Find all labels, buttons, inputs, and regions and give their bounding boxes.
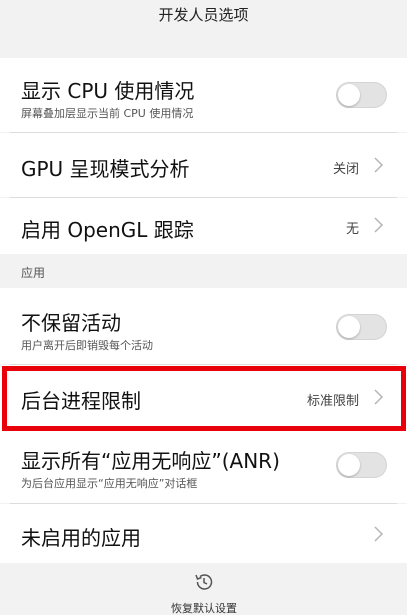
toggle-knob (338, 454, 360, 476)
setting-show-cpu-usage[interactable]: 显示 CPU 使用情况 屏幕叠加层显示当前 CPU 使用情况 (0, 58, 407, 132)
section-label: 应用 (21, 266, 46, 280)
setting-title: 显示所有“应用无响应”(ANR) (21, 449, 280, 473)
setting-title: 启用 OpenGL 跟踪 (21, 218, 194, 242)
setting-subtitle: 为后台应用显示“应用无响应”对话框 (21, 477, 198, 490)
setting-title: 显示 CPU 使用情况 (21, 79, 195, 103)
setting-value: 标准限制 (306, 394, 359, 409)
setting-dont-keep-activities[interactable]: 不保留活动 用户离开后即销毁每个活动 (0, 288, 407, 364)
page-title-text: 开发人员选项 (158, 6, 249, 24)
restore-defaults-button[interactable]: 恢复默认设置 (154, 569, 254, 615)
setting-subtitle: 用户离开后即销毁每个活动 (21, 339, 153, 352)
setting-gpu-profiling[interactable]: GPU 呈现模式分析 关闭 (0, 133, 407, 197)
chevron-right-icon (374, 217, 384, 233)
page-title: 开发人员选项 (0, 0, 407, 30)
show-cpu-toggle[interactable] (336, 82, 387, 108)
setting-title: 后台进程限制 (21, 389, 141, 413)
setting-show-all-anr[interactable]: 显示所有“应用无响应”(ANR) 为后台应用显示“应用无响应”对话框 (0, 431, 407, 503)
setting-title: 未启用的应用 (21, 526, 141, 550)
toggle-knob (338, 84, 360, 106)
chevron-right-icon (374, 389, 384, 405)
setting-inactive-apps[interactable]: 未启用的应用 (0, 504, 407, 563)
setting-value: 无 (345, 222, 359, 237)
dont-keep-activities-toggle[interactable] (336, 314, 387, 340)
restore-defaults-label: 恢复默认设置 (171, 602, 237, 615)
toggle-knob (338, 316, 360, 338)
section-header-apps: 应用 (0, 254, 407, 288)
bottom-action-bar: 恢复默认设置 (0, 563, 407, 615)
setting-subtitle: 屏幕叠加层显示当前 CPU 使用情况 (21, 107, 194, 120)
show-anr-toggle[interactable] (336, 452, 387, 478)
chevron-right-icon (374, 157, 384, 173)
setting-value: 关闭 (332, 162, 359, 177)
setting-background-process-limit[interactable]: 后台进程限制 标准限制 (0, 365, 407, 431)
top-spacer (0, 30, 407, 58)
setting-opengl-trace[interactable]: 启用 OpenGL 跟踪 无 (0, 198, 407, 254)
chevron-right-icon (374, 526, 384, 542)
setting-title: 不保留活动 (21, 311, 121, 335)
restore-history-icon (195, 574, 213, 590)
setting-title: GPU 呈现模式分析 (21, 157, 190, 181)
